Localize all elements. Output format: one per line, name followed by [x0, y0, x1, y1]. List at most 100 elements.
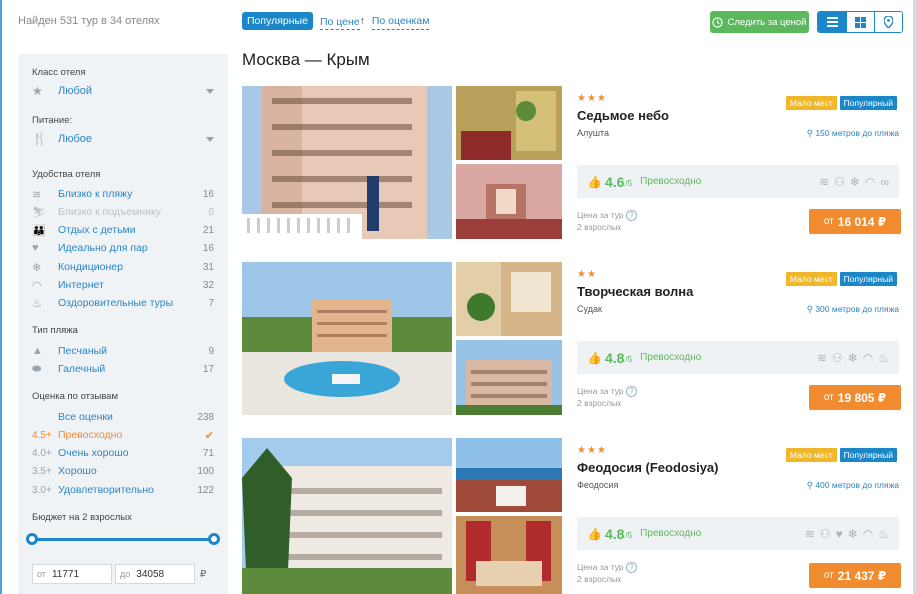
filter-count: 16 [202, 242, 214, 254]
filter-couples[interactable]: ♥ Идеально для пар 16 [32, 240, 214, 256]
rating-bar: 👍 4.8 /5 Превосходно ≋ ⚇ ❄ ◠ ♨ [577, 341, 899, 374]
review-label: Хорошо [58, 465, 97, 477]
fork-knife-icon: 🍴 [32, 132, 47, 146]
price-button[interactable]: от 19 805 ₽ [809, 385, 901, 410]
hotel-name[interactable]: Феодосия (Feodosiya) [577, 460, 719, 475]
budget-slider[interactable] [26, 533, 220, 545]
results-count: Найден 531 тур в 34 отелях [18, 15, 160, 27]
family-icon: ⚇ [819, 526, 831, 541]
currency-symbol: ₽ [200, 569, 207, 580]
wellness-icon: ♨ [878, 526, 889, 541]
slider-max-handle[interactable] [208, 533, 220, 545]
price-prefix: от [823, 392, 834, 403]
filter-label: Кондиционер [58, 261, 123, 273]
amenity-icons: ≋ ⚇ ♥ ❄ ◠ ♨ [805, 527, 889, 541]
review-good[interactable]: 3.5+ Хорошо 100 [32, 463, 214, 479]
rating-scale: /5 [625, 179, 633, 188]
hotel-photo-thumb[interactable] [456, 86, 562, 160]
hotel-stars: ★★ [577, 269, 597, 280]
swimmer-icon: ≋ [816, 350, 827, 365]
filter-count: 9 [208, 345, 214, 357]
price-button[interactable]: от 21 437 ₽ [809, 563, 901, 588]
track-price-button[interactable]: Следить за ценой [710, 11, 809, 33]
review-label: Все оценки [58, 411, 113, 423]
filter-near-beach[interactable]: ≋ Близко к пляжу 16 [32, 186, 214, 202]
amenity-icons: ≋ ⚇ ❄ ◠ ∞ [819, 175, 889, 189]
grid-view-button[interactable] [846, 12, 874, 32]
hotel-name[interactable]: Творческая волна [577, 284, 693, 299]
beach-distance: ⚲ 150 метров до пляжа [807, 128, 899, 139]
hotel-photo-thumb[interactable] [456, 516, 562, 594]
review-very-good[interactable]: 4.0+ Очень хорошо 71 [32, 445, 214, 461]
beach-distance-text: 400 метров до пляжа [815, 480, 899, 490]
amenities-title: Удобства отеля [32, 169, 101, 180]
snowflake-icon: ❄ [847, 350, 858, 365]
price-label-block: Цена за тур ? 2 взрослых [577, 385, 638, 409]
hotel-name[interactable]: Седьмое небо [577, 108, 669, 123]
filter-near-lift: ⛷ Близко к подъемнику 0 [32, 204, 214, 220]
price-value: 19 805 ₽ [837, 390, 887, 405]
few-places-badge: Мало мест [785, 96, 837, 110]
filter-internet[interactable]: ◠ Интернет 32 [32, 277, 214, 293]
help-icon[interactable]: ? [626, 210, 638, 221]
review-satisfactory[interactable]: 3.0+ Удовлетворительно 122 [32, 482, 214, 498]
filter-label: Отдых с детьми [58, 224, 136, 236]
price-label: Цена за тур [577, 210, 624, 220]
review-all[interactable]: Все оценки 238 [32, 409, 214, 425]
hotel-photo-thumb[interactable] [456, 262, 562, 336]
list-icon [826, 17, 838, 27]
slider-min-handle[interactable] [26, 533, 38, 545]
slider-track [32, 538, 214, 541]
few-places-badge: Мало мест [785, 272, 837, 286]
hotel-class-value: Любой [58, 85, 93, 97]
hotel-main-photo[interactable] [242, 262, 452, 415]
sort-tab-price-label: По цене [319, 13, 360, 30]
rating-word: Превосходно [640, 352, 702, 363]
hotel-photo-thumb[interactable] [456, 164, 562, 239]
hotel-photo-thumb[interactable] [456, 438, 562, 512]
review-count: 100 [197, 465, 214, 477]
filters-sidebar: Класс отеля ★ Любой Питание: 🍴 Любое Удо… [18, 54, 228, 594]
hotel-main-photo[interactable] [242, 438, 452, 594]
page-scrollbar[interactable] [913, 0, 917, 594]
hotel-photo-thumb[interactable] [456, 340, 562, 415]
meals-select[interactable]: 🍴 Любое [32, 131, 214, 147]
filter-pebble[interactable]: ⬬ Галечный 17 [32, 361, 214, 377]
hotel-main-photo[interactable] [242, 86, 452, 239]
swimmer-icon: ≋ [32, 188, 42, 201]
review-score: 3.0+ [32, 484, 52, 496]
review-excellent[interactable]: 4.5+ Превосходно ✔ [32, 427, 214, 443]
filter-ac[interactable]: ❄ Кондиционер 31 [32, 259, 214, 275]
hotel-city: Феодосия [577, 480, 619, 490]
list-view-button[interactable] [818, 12, 846, 32]
hotel-badges: Мало мест Популярный [785, 448, 897, 462]
rating-word: Превосходно [640, 176, 702, 187]
review-score: 4.0+ [32, 447, 52, 459]
budget-title: Бюджет на 2 взрослых [32, 512, 132, 523]
filter-wellness[interactable]: ♨ Оздоровительные туры 7 [32, 295, 214, 311]
popular-badge: Популярный [839, 448, 897, 462]
rating-word: Превосходно [640, 528, 702, 539]
budget-from-input[interactable]: от 11771 [32, 564, 112, 584]
filter-kids[interactable]: 👪 Отдых с детьми 21 [32, 222, 214, 238]
budget-to-input[interactable]: до 34058 [115, 564, 195, 584]
sort-tab-popular[interactable]: Популярные [242, 12, 313, 30]
sort-tab-price[interactable]: По цене ↑ [319, 12, 365, 30]
wifi-icon: ◠ [32, 279, 42, 292]
price-label-block: Цена за тур ? 2 взрослых [577, 209, 638, 233]
hotel-card: ★★★ Мало мест Популярный Седьмое небо Ал… [242, 86, 901, 241]
sort-tab-rating[interactable]: По оценкам [371, 12, 430, 30]
pebbles-icon: ∞ [880, 174, 889, 189]
wifi-icon: ◠ [862, 526, 874, 541]
review-label: Превосходно [58, 429, 123, 441]
help-icon[interactable]: ? [626, 562, 638, 573]
price-button[interactable]: от 16 014 ₽ [809, 209, 901, 234]
map-view-button[interactable] [874, 12, 902, 32]
review-count: 122 [197, 484, 214, 496]
beach-title: Тип пляжа [32, 325, 78, 336]
hotel-class-select[interactable]: ★ Любой [32, 83, 214, 99]
help-icon[interactable]: ? [626, 386, 638, 397]
page-title: Москва — Крым [242, 50, 370, 69]
snowflake-icon: ❄ [32, 261, 42, 274]
filter-sand[interactable]: ▲ Песчаный 9 [32, 343, 214, 359]
